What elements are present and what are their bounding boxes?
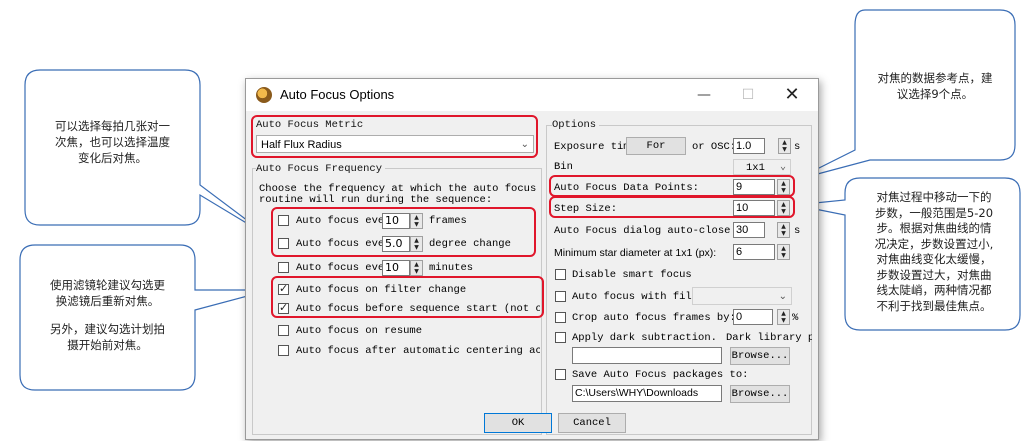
crop-input[interactable]: 0 [733, 309, 773, 325]
after-centering-label: Auto focus after automatic centering act… [296, 345, 540, 357]
exposure-label: Exposure time [554, 141, 636, 153]
window-title: Auto Focus Options [280, 87, 395, 102]
bin-label: Bin [554, 161, 573, 173]
spinner-arrows-icon[interactable]: ▲ ▼ [778, 138, 791, 154]
close-icon[interactable]: ✕ [770, 83, 814, 107]
browse-dark-button[interactable]: Browse... [730, 347, 790, 365]
highlight-filter-sequence [271, 276, 544, 318]
every-minutes-unit: minutes [429, 262, 474, 274]
callout-bottom-left: 使用滤镜轮建议勾选更 换滤镜后重新对焦。 另外，建议勾选计划拍 摄开始前对焦。 [25, 277, 190, 353]
callout-line: 不利于找到最佳焦点。 [876, 298, 992, 313]
osc-label: or OSC: [692, 141, 737, 153]
ok-button[interactable]: OK [484, 413, 552, 433]
dark-library-label: Dark library pa [726, 332, 812, 344]
spinner-arrows-icon[interactable]: ▲ ▼ [410, 260, 423, 276]
browse-save-button[interactable]: Browse... [730, 385, 790, 403]
callout-line: 对焦的数据参考点，建 [877, 71, 993, 85]
exposure-unit: s [794, 141, 801, 153]
callout-line: 对焦曲线变化太缓慢， [876, 252, 992, 266]
callout-line: 步。根据对焦曲线的情 [876, 221, 992, 235]
callout-line: 可以选择每拍几张对一 [55, 119, 170, 133]
callout-line: 线太陡峭，两种情况都 [876, 283, 992, 297]
spinner-arrows-icon[interactable]: ▲ ▼ [777, 309, 790, 325]
save-path-input[interactable]: C:\Users\WHY\Downloads [572, 385, 722, 402]
dark-library-path-input[interactable] [572, 347, 722, 364]
dialog-close-label: Auto Focus dialog auto-close d [554, 225, 744, 237]
filter-dropdown[interactable]: ⌄ [692, 287, 792, 305]
exposure-input[interactable]: 1.0 [733, 138, 765, 154]
disable-smart-label: Disable smart focus [572, 269, 692, 281]
callout-line: 对焦过程中移动一下的 [876, 190, 992, 204]
callout-line [25, 309, 190, 321]
title-bar: Auto Focus Options — ☐ ✕ [246, 79, 818, 111]
bin-dropdown[interactable]: 1x1 ⌄ [733, 159, 791, 175]
highlight-frequency [271, 207, 536, 257]
cancel-button[interactable]: Cancel [558, 413, 626, 433]
bin-value: 1x1 [746, 162, 765, 174]
on-resume-label: Auto focus on resume [296, 325, 423, 337]
callout-line: 另外，建议勾选计划拍 [50, 322, 165, 336]
callout-line: 况决定，步数设置过小, [874, 236, 994, 251]
chevron-down-icon: ⌄ [778, 291, 787, 302]
dark-sub-checkbox[interactable] [555, 332, 566, 343]
callout-line: 步数，一般范围是5-20 [874, 205, 994, 220]
crop-label: Crop auto focus frames by: [572, 312, 736, 324]
crop-unit: % [792, 312, 799, 324]
chevron-down-icon: ⌄ [779, 162, 786, 173]
maximize-icon[interactable]: ☐ [726, 83, 770, 107]
spinner-arrows-icon[interactable]: ▲ ▼ [777, 244, 790, 260]
callout-line: 摄开始前对焦。 [67, 338, 148, 352]
every-minutes-label: Auto focus ever [296, 262, 391, 274]
crop-checkbox[interactable] [555, 312, 566, 323]
on-resume-checkbox[interactable] [278, 325, 289, 336]
disable-smart-checkbox[interactable] [555, 269, 566, 280]
every-minutes-input[interactable]: 10 [382, 260, 410, 276]
callout-line: 次焦，也可以选择温度 [55, 135, 170, 149]
save-packages-label: Save Auto Focus packages to: [572, 369, 749, 381]
spinner-arrows-icon[interactable]: ▲ ▼ [777, 222, 790, 238]
dialog-close-unit: s [794, 225, 801, 237]
exposure-for-button[interactable]: For [626, 137, 686, 155]
with-filter-checkbox[interactable] [555, 291, 566, 302]
app-icon [256, 87, 272, 103]
auto-focus-options-dialog: Auto Focus Options — ☐ ✕ Auto Focus Metr… [245, 78, 819, 440]
options-group-label: Options [552, 119, 600, 131]
highlight-data-points [549, 175, 795, 197]
highlight-step-size [549, 196, 795, 218]
callout-line: 使用滤镜轮建议勾选更 [50, 278, 165, 292]
min-star-input[interactable]: 6 [733, 244, 775, 260]
highlight-metric [251, 115, 538, 158]
save-packages-checkbox[interactable] [555, 369, 566, 380]
callout-line: 步数设置过大，对焦曲 [876, 267, 992, 282]
minimize-icon[interactable]: — [682, 83, 726, 107]
every-minutes-checkbox[interactable] [278, 262, 289, 273]
callout-line: 变化后对焦。 [78, 151, 147, 165]
after-centering-checkbox[interactable] [278, 345, 289, 356]
callout-top-right: 对焦的数据参考点，建 议选择9个点。 [860, 70, 1010, 102]
callout-line: 换滤镜后重新对焦。 [55, 294, 160, 308]
callout-middle-right: 对焦过程中移动一下的 步数，一般范围是5-20 步。根据对焦曲线的情 况决定，步… [850, 190, 1018, 314]
dark-sub-label: Apply dark subtraction. [572, 332, 717, 344]
frequency-description: routine will run during the sequence: [259, 194, 493, 206]
frequency-group-label: Auto Focus Frequency [256, 163, 386, 175]
callout-line: 议选择9个点。 [896, 87, 974, 101]
dialog-close-input[interactable]: 30 [733, 222, 765, 238]
min-star-label: Minimum star diameter at 1x1 (px): [554, 247, 717, 259]
callout-top-left: 可以选择每拍几张对一 次焦，也可以选择温度 变化后对焦。 [30, 118, 195, 166]
with-filter-label: Auto focus with filt [572, 291, 699, 303]
